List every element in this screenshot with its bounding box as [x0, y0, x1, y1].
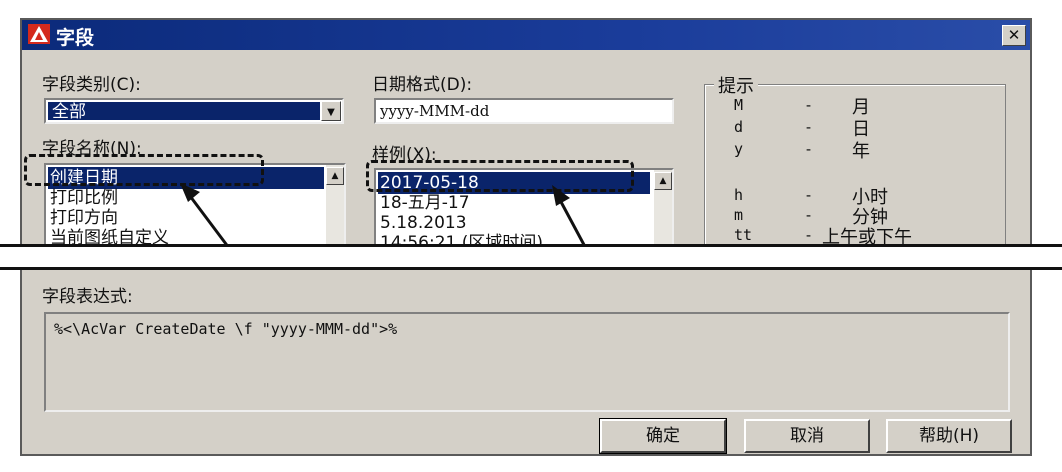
image-break-band: [0, 244, 1062, 270]
annotation-arrows: [180, 183, 592, 257]
arrow-head-icon: [180, 183, 200, 202]
arrow-head-icon: [552, 185, 570, 206]
